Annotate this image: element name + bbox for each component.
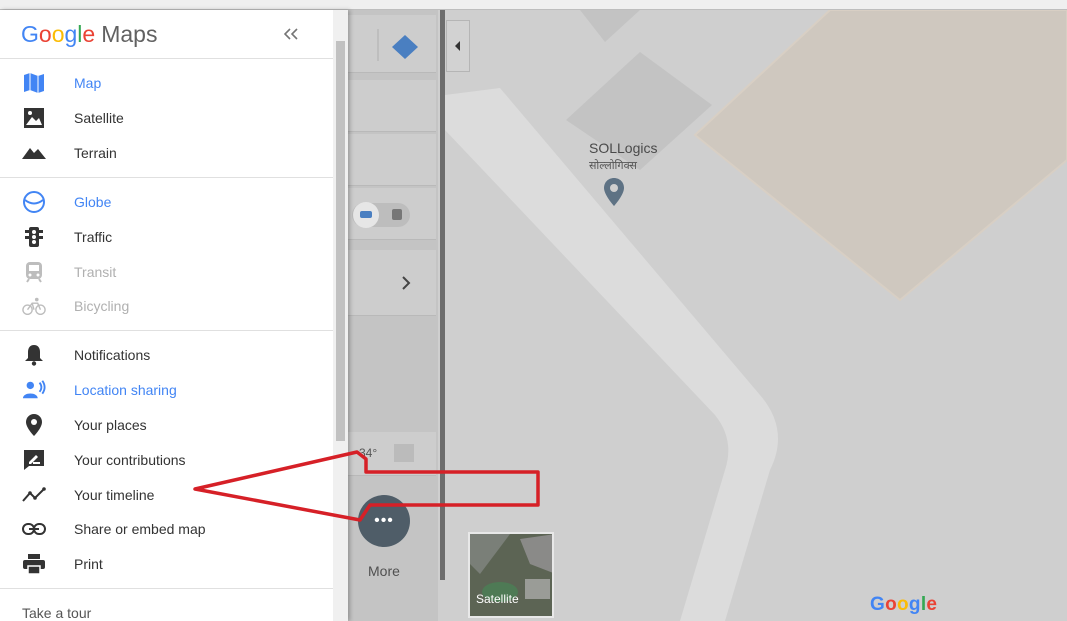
menu-item-print[interactable]: Print xyxy=(0,546,333,581)
menu-item-map[interactable]: Map xyxy=(0,65,333,100)
panel-card-2 xyxy=(348,134,436,186)
poi-name[interactable]: SOLLogics xyxy=(589,140,657,156)
link-icon xyxy=(22,517,46,541)
menu-item-share-embed[interactable]: Share or embed map xyxy=(0,511,333,546)
terrain-icon xyxy=(22,141,46,165)
globe-icon xyxy=(22,190,46,214)
menu-divider xyxy=(0,588,333,589)
menu-item-notifications[interactable]: Notifications xyxy=(0,337,333,372)
contributions-icon xyxy=(22,448,46,472)
pin-icon xyxy=(22,413,46,437)
map-pin-icon[interactable] xyxy=(604,178,624,211)
take-a-tour-link[interactable]: Take a tour xyxy=(22,605,91,621)
traffic-icon xyxy=(22,225,46,249)
menu-divider xyxy=(0,330,333,331)
menu-scrollbar-thumb[interactable] xyxy=(336,41,345,441)
menu-item-terrain[interactable]: Terrain xyxy=(0,135,333,170)
menu-item-your-contributions[interactable]: Your contributions xyxy=(0,442,333,477)
collapse-panel-button[interactable] xyxy=(446,20,470,72)
more-label: More xyxy=(368,563,400,579)
travel-mode-card xyxy=(348,188,436,240)
poi-subname: सोल्लोगिक्स xyxy=(589,160,637,172)
menu-item-traffic[interactable]: Traffic xyxy=(0,219,333,254)
satellite-thumb-label: Satellite xyxy=(476,592,519,606)
side-menu: GoogleMaps Map Satellite Terrain Globe xyxy=(0,10,348,621)
map-icon xyxy=(22,71,46,95)
menu-item-your-timeline[interactable]: Your timeline xyxy=(0,477,333,512)
bell-icon xyxy=(22,343,46,367)
more-dots-icon: ••• xyxy=(374,512,394,529)
menu-item-location-sharing[interactable]: Location sharing xyxy=(0,372,333,407)
collapse-menu-icon[interactable] xyxy=(283,24,298,45)
search-box-card xyxy=(348,15,436,73)
bicycle-icon xyxy=(22,294,46,318)
timeline-icon xyxy=(22,483,46,507)
browser-top-strip xyxy=(0,0,1067,10)
menu-item-satellite[interactable]: Satellite xyxy=(0,100,333,135)
menu-divider xyxy=(0,177,333,178)
print-icon xyxy=(22,552,46,576)
menu-item-bicycling[interactable]: Bicycling xyxy=(0,288,333,323)
google-maps-logo[interactable]: Google Maps xyxy=(21,21,157,48)
panel-card-next xyxy=(348,250,436,316)
google-watermark: Google xyxy=(870,594,938,615)
location-sharing-icon xyxy=(22,378,46,402)
transit-icon xyxy=(22,260,46,284)
menu-item-your-places[interactable]: Your places xyxy=(0,407,333,442)
panel-divider xyxy=(440,10,445,580)
satellite-icon xyxy=(22,106,46,130)
satellite-layer-toggle[interactable]: Satellite xyxy=(468,532,554,618)
panel-card-1 xyxy=(348,80,436,132)
menu-item-globe[interactable]: Globe xyxy=(0,184,333,219)
menu-divider xyxy=(0,58,333,59)
temperature-label: 34° xyxy=(359,446,378,460)
more-button[interactable]: ••• xyxy=(358,495,410,547)
menu-item-transit[interactable]: Transit xyxy=(0,254,333,289)
